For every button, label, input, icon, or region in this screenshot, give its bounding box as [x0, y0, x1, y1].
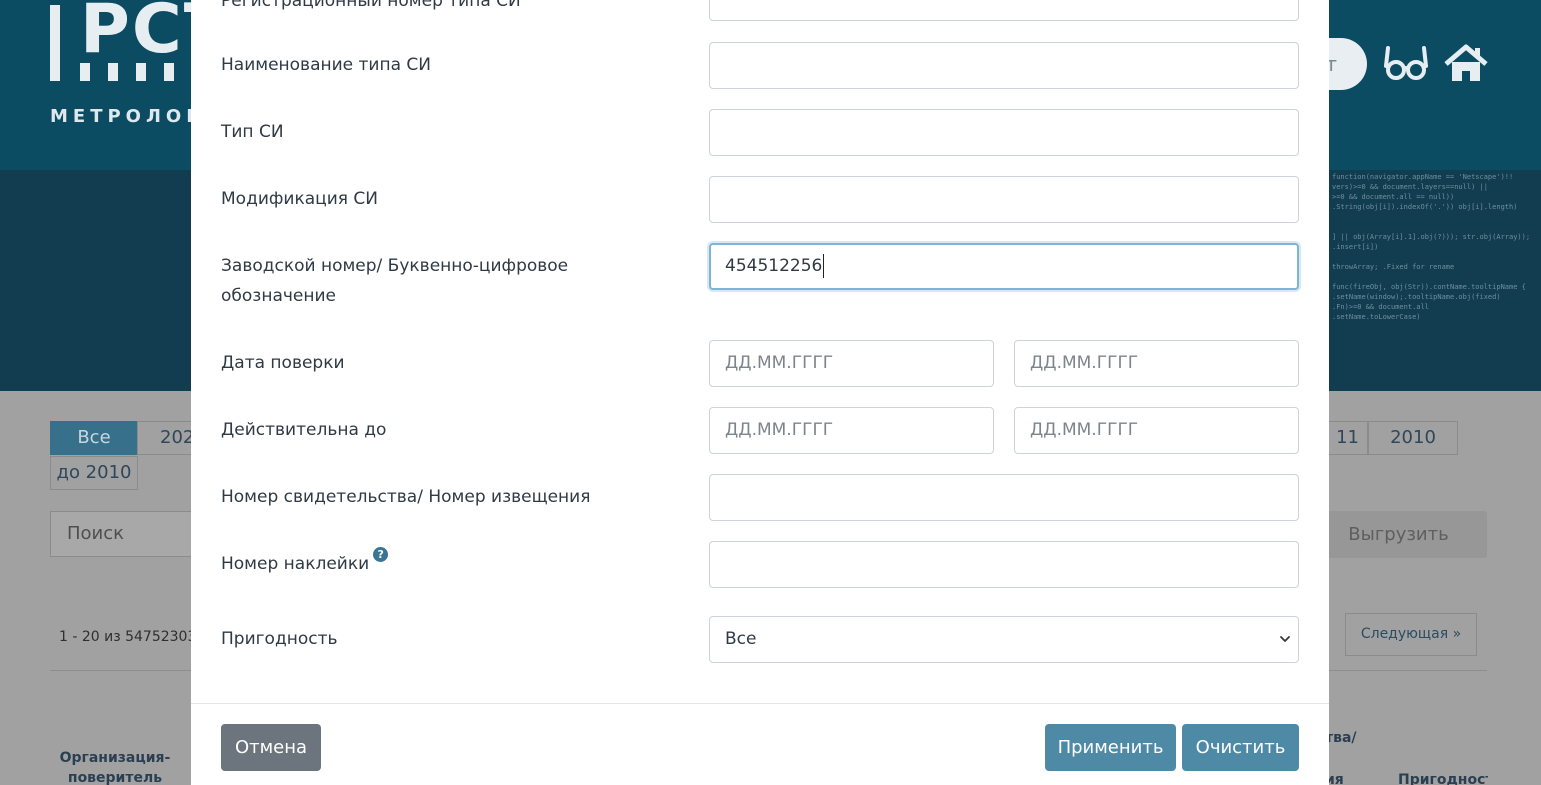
result-count: 1 - 20 из 547523033: [59, 629, 206, 645]
search-input[interactable]: Поиск: [50, 511, 200, 557]
column-header-fitness[interactable]: Пригодност: [1398, 770, 1488, 785]
label-verification-date: Дата поверки: [221, 353, 345, 373]
double-chevron-right-icon: »: [1452, 626, 1462, 642]
chevron-down-icon: [1280, 636, 1290, 642]
column-header-cert: тва/: [1325, 730, 1357, 746]
sticker-number-label-text: Номер наклейки: [221, 554, 370, 574]
label-serial-number: Заводской номер/ Буквенно-цифровое обозн…: [221, 256, 569, 306]
help-icon[interactable]: ?: [373, 547, 389, 562]
next-page-label: Следующая: [1360, 626, 1449, 642]
fitness-selected-value: Все: [725, 629, 757, 649]
valid-until-to-input[interactable]: ДД.ММ.ГГГГ: [1014, 407, 1299, 454]
column-header-org[interactable]: Организация- поверитель: [55, 748, 175, 785]
year-tab-before-2010[interactable]: до 2010: [50, 456, 138, 490]
year-tab-2010[interactable]: 2010: [1368, 421, 1458, 455]
certificate-number-input[interactable]: [709, 474, 1299, 521]
reg-number-input[interactable]: [709, 0, 1299, 21]
glasses-icon[interactable]: [1384, 44, 1428, 84]
verification-date-from-input[interactable]: ДД.ММ.ГГГГ: [709, 340, 994, 387]
label-type-name: Наименование типа СИ: [221, 55, 431, 75]
valid-until-from-input[interactable]: ДД.ММ.ГГГГ: [709, 407, 994, 454]
label-sticker-number: Номер наклейки?: [221, 547, 389, 579]
verification-date-to-input[interactable]: ДД.ММ.ГГГГ: [1014, 340, 1299, 387]
label-valid-until: Действительна до: [221, 420, 387, 440]
modal-footer-divider: [191, 703, 1329, 704]
sticker-number-input[interactable]: [709, 541, 1299, 588]
next-page-button[interactable]: Следующая »: [1345, 613, 1477, 656]
home-icon[interactable]: [1444, 44, 1488, 84]
decorative-code: function(navigator.appName == 'Netscape'…: [1332, 173, 1531, 321]
apply-button[interactable]: Применить: [1045, 724, 1176, 771]
text-caret: [823, 254, 825, 278]
label-type: Тип СИ: [221, 122, 284, 142]
column-header-cert-cont: ия: [1325, 772, 1344, 785]
logo-subtitle: МЕТРОЛОГ: [50, 106, 203, 127]
label-certificate-number: Номер свидетельства/ Номер извещения: [221, 487, 591, 507]
export-button[interactable]: Выгрузить: [1310, 511, 1487, 558]
filter-modal: Регистрационный номер типа СИ Наименован…: [191, 0, 1329, 785]
year-tab-all[interactable]: Все: [50, 421, 138, 455]
year-tab-202x[interactable]: 202: [137, 421, 197, 455]
label-fitness: Пригодность: [221, 629, 338, 649]
modification-input[interactable]: [709, 176, 1299, 223]
serial-number-input[interactable]: 454512256: [709, 243, 1299, 290]
type-input[interactable]: [709, 109, 1299, 156]
serial-number-value: 454512256: [725, 256, 823, 276]
fitness-select[interactable]: Все: [709, 616, 1299, 663]
cancel-button[interactable]: Отмена: [221, 724, 321, 771]
label-reg-number: Регистрационный номер типа СИ: [221, 0, 521, 11]
label-modification: Модификация СИ: [221, 189, 378, 209]
clear-button[interactable]: Очистить: [1182, 724, 1299, 771]
type-name-input[interactable]: [709, 42, 1299, 89]
